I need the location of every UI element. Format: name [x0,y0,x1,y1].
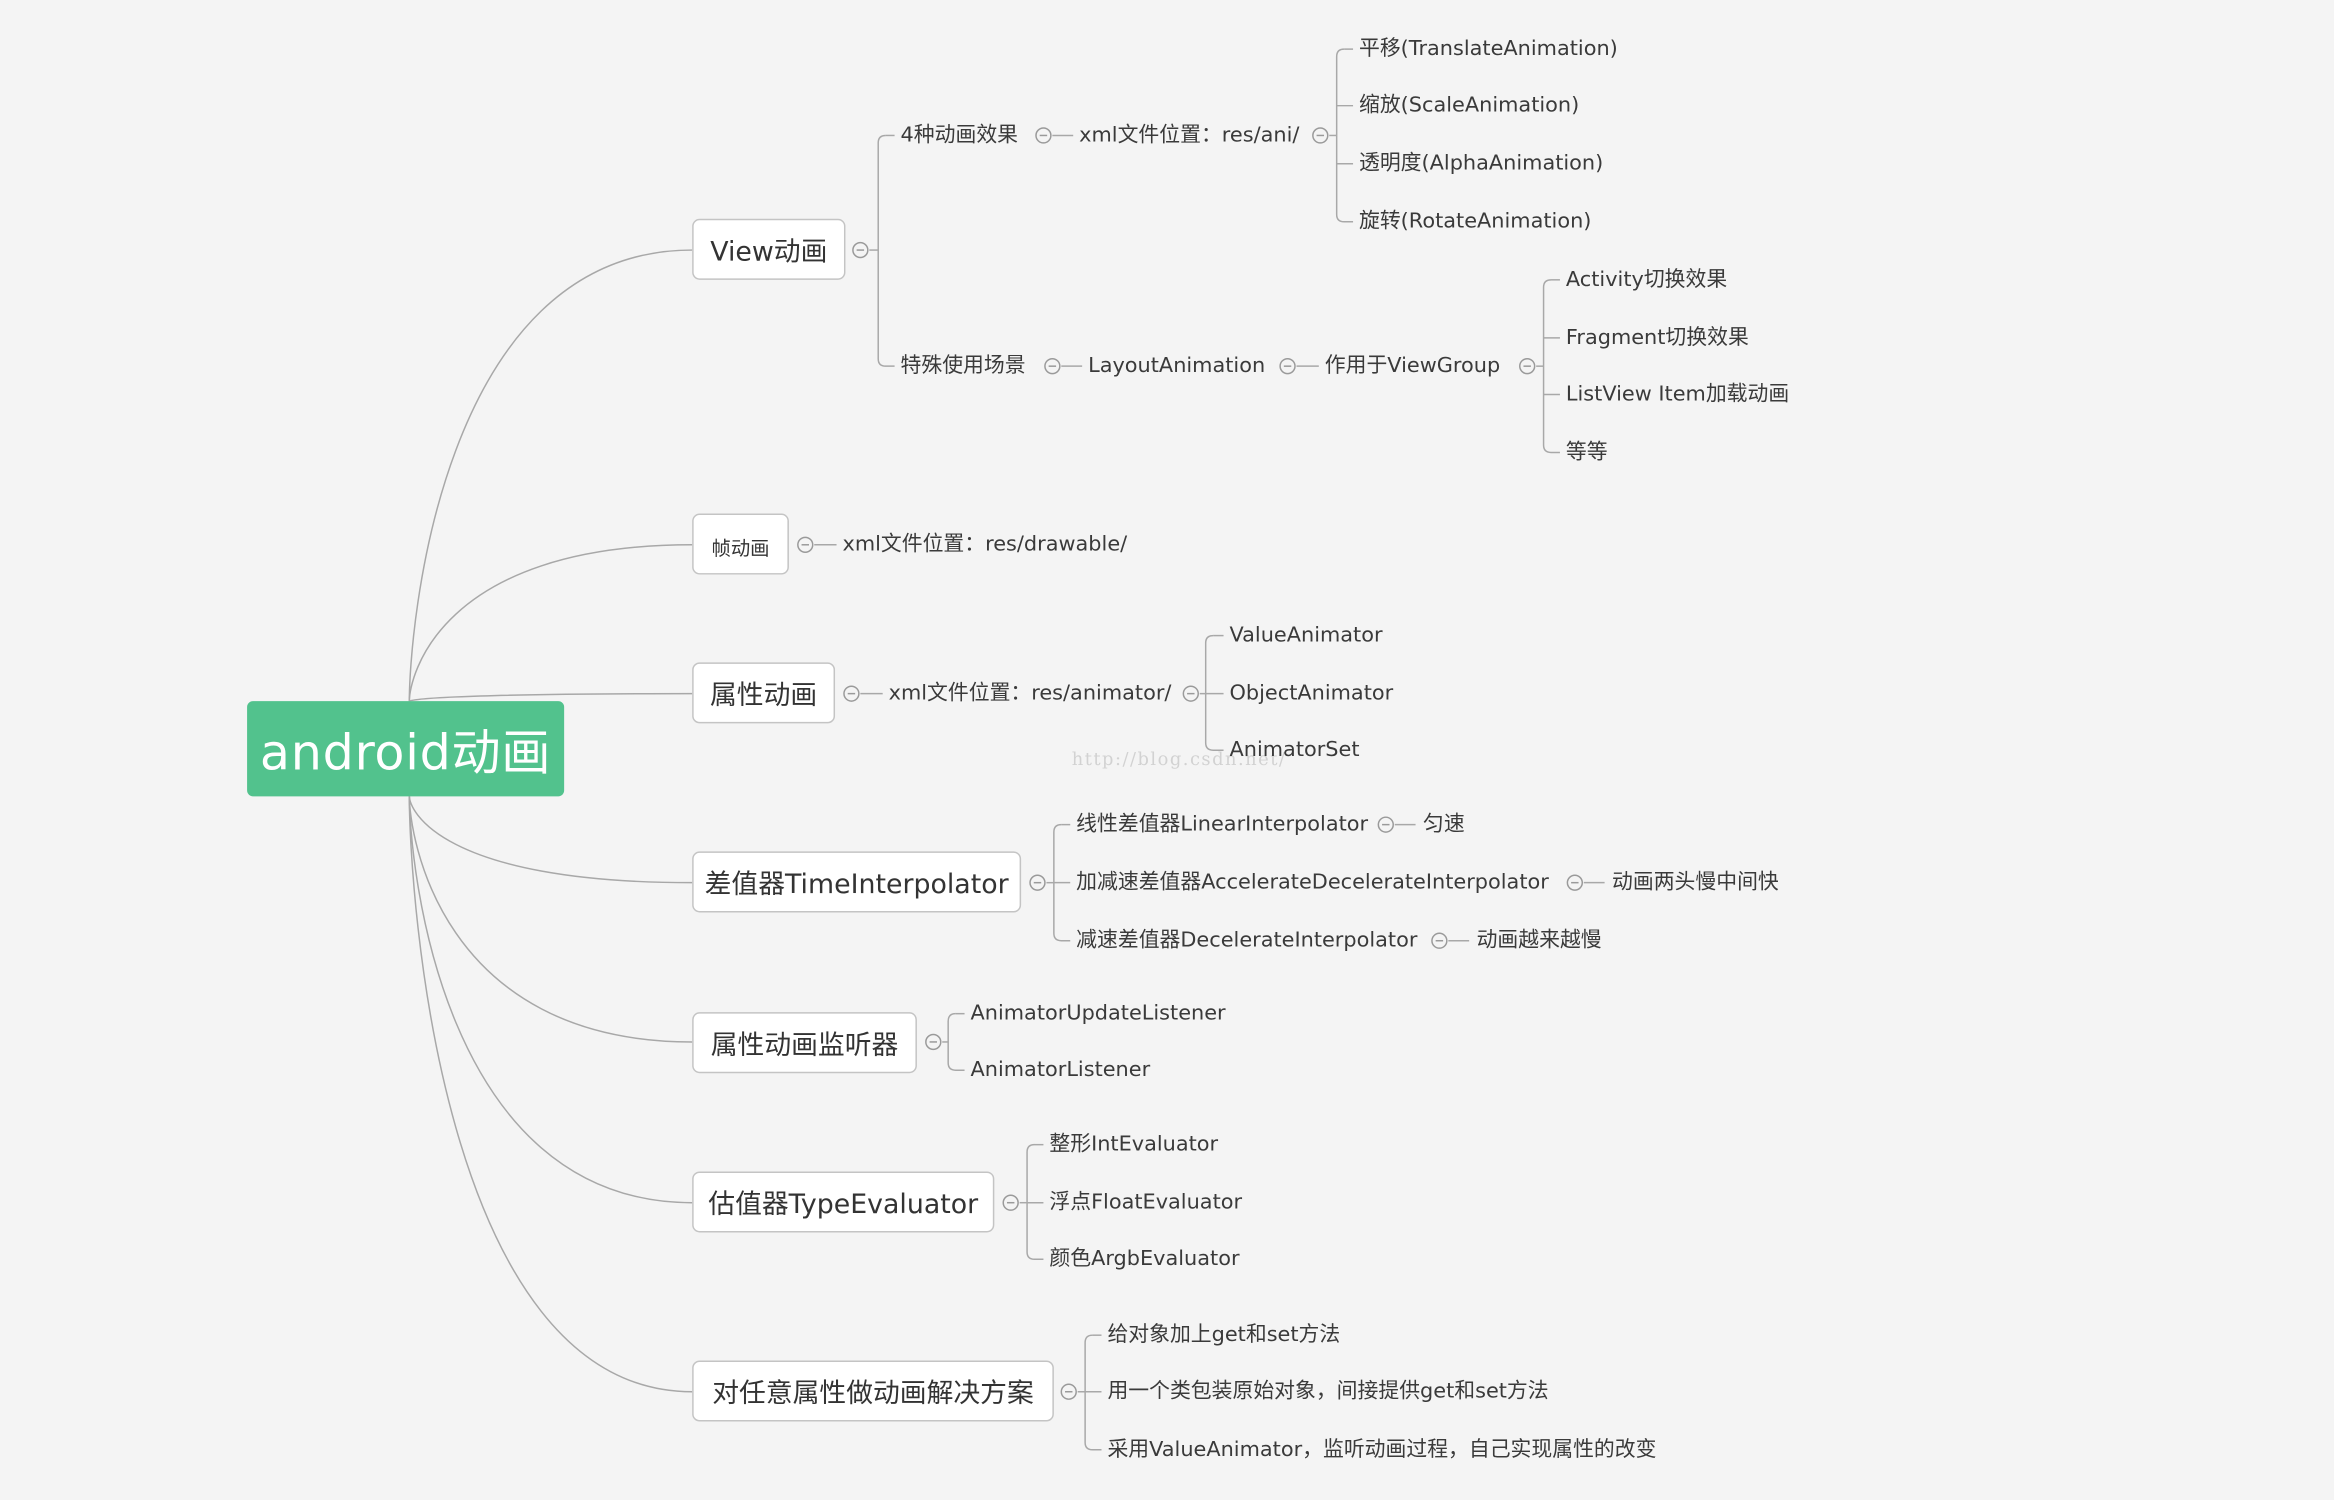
root-node[interactable]: android动画 [247,701,565,797]
leaf-linear-desc[interactable]: 匀速 [1423,811,1465,838]
mind-map-canvas: http://blog.csdn.net/ android动画 View动画 4… [0,0,2334,1500]
leaf-decelerate-interpolator[interactable]: 减速差值器DecelerateInterpolator [1076,927,1417,954]
node-label: 对任意属性做动画解决方案 [712,1377,1034,1409]
node-type-evaluator[interactable]: 估值器TypeEvaluator [692,1171,995,1233]
collapse-toggle-icon[interactable] [1029,874,1046,891]
leaf-listview[interactable]: ListView Item加载动画 [1566,381,1789,408]
bracket-line [1204,634,1224,751]
bracket-line [877,134,895,367]
collapse-toggle-icon[interactable] [797,536,814,553]
node-layout-animation[interactable]: LayoutAnimation [1088,353,1265,380]
node-animator-location[interactable]: xml文件位置：res/animator/ [889,680,1172,707]
leaf-rotate[interactable]: 旋转(RotateAnimation) [1359,208,1591,235]
node-label: 估值器TypeEvaluator [708,1188,979,1220]
root-branch-connector [408,796,693,1204]
node-ani-location[interactable]: xml文件位置：res/ani/ [1079,122,1299,149]
collapse-toggle-icon[interactable] [1312,127,1329,144]
collapse-toggle-icon[interactable] [925,1033,942,1051]
bracket-line [947,1012,965,1071]
node-viewgroup[interactable]: 作用于ViewGroup [1325,353,1500,380]
collapse-toggle-icon[interactable] [843,685,860,702]
leaf-float-evaluator[interactable]: 浮点FloatEvaluator [1049,1189,1242,1216]
node-property-animation[interactable]: 属性动画 [692,662,836,724]
collapse-toggle-icon[interactable] [1002,1194,1019,1211]
node-animator-listener[interactable]: 属性动画监听器 [692,1012,917,1074]
leaf-linear-interpolator[interactable]: 线性差值器LinearInterpolator [1076,811,1368,838]
leaf-add-get-set[interactable]: 给对象加上get和set方法 [1107,1322,1340,1349]
leaf-alpha[interactable]: 透明度(AlphaAnimation) [1359,150,1603,177]
leaf-value-animator-listen[interactable]: 采用ValueAnimator，监听动画过程，自己实现属性的改变 [1107,1436,1656,1463]
node-label: 属性动画监听器 [710,1029,899,1061]
root-branch-connector [408,249,693,702]
leaf-fragment[interactable]: Fragment切换效果 [1566,324,1749,351]
collapse-toggle-icon[interactable] [1044,357,1061,375]
root-branch-connector [408,692,693,702]
root-branch-connector [408,796,693,884]
collapse-toggle-icon[interactable] [1377,816,1394,833]
root-branch-connector [408,796,693,1043]
node-drawable-location[interactable]: xml文件位置：res/drawable/ [842,531,1127,558]
node-frame-animation[interactable]: 帧动画 [692,513,789,575]
node-any-property-solution[interactable]: 对任意属性做动画解决方案 [692,1360,1054,1422]
leaf-animator-set[interactable]: AnimatorSet [1230,737,1360,764]
collapse-toggle-icon[interactable] [1431,932,1448,949]
collapse-toggle-icon[interactable] [1566,874,1584,891]
leaf-value-animator[interactable]: ValueAnimator [1230,622,1383,649]
root-branch-connector [408,796,693,1393]
collapse-toggle-icon[interactable] [852,241,869,259]
leaf-scale[interactable]: 缩放(ScaleAnimation) [1359,92,1579,119]
leaf-argb-evaluator[interactable]: 颜色ArgbEvaluator [1049,1246,1239,1273]
leaf-accel-decel-interpolator[interactable]: 加减速差值器AccelerateDecelerateInterpolator [1076,869,1549,896]
node-view-animation[interactable]: View动画 [692,218,846,280]
leaf-int-evaluator[interactable]: 整形IntEvaluator [1049,1131,1218,1158]
root-branch-connector [408,544,693,702]
root-label: android动画 [259,723,552,782]
leaf-activity[interactable]: Activity切换效果 [1566,266,1727,293]
node-label: 差值器TimeInterpolator [704,868,1009,900]
collapse-toggle-icon[interactable] [1519,357,1536,375]
node-4-effects[interactable]: 4种动画效果 [901,122,1018,149]
collapse-toggle-icon[interactable] [1035,127,1052,144]
collapse-toggle-icon[interactable] [1060,1383,1077,1400]
leaf-listener[interactable]: AnimatorListener [971,1057,1151,1084]
leaf-accel-decel-desc[interactable]: 动画两头慢中间快 [1612,869,1779,896]
node-label: 属性动画 [710,679,818,711]
bracket-line [1335,48,1354,223]
leaf-translate[interactable]: 平移(TranslateAnimation) [1359,36,1618,63]
leaf-decelerate-desc[interactable]: 动画越来越慢 [1477,927,1602,954]
node-time-interpolator[interactable]: 差值器TimeInterpolator [692,851,1022,913]
leaf-wrapper-class[interactable]: 用一个类包装原始对象，间接提供get和set方法 [1107,1378,1548,1405]
collapse-toggle-icon[interactable] [1279,357,1296,375]
leaf-etc[interactable]: 等等 [1566,439,1608,466]
node-label: 帧动画 [711,538,770,561]
leaf-object-animator[interactable]: ObjectAnimator [1230,680,1394,707]
node-special-scenarios[interactable]: 特殊使用场景 [901,353,1026,380]
node-label: View动画 [710,235,828,268]
leaf-update-listener[interactable]: AnimatorUpdateListener [971,1000,1226,1027]
bracket-line [1542,279,1560,454]
collapse-toggle-icon[interactable] [1182,685,1199,702]
